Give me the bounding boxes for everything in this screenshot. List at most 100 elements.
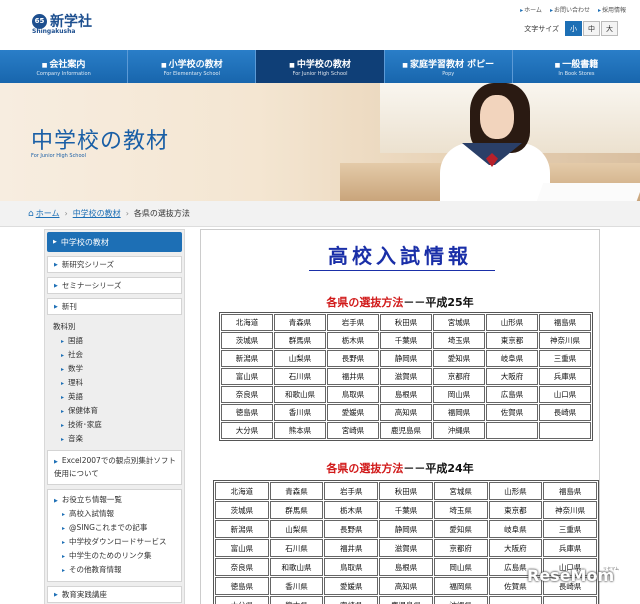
prefecture-cell[interactable]: 福岡県 (433, 577, 488, 595)
nav-elementary[interactable]: 小学校の教材 For Elementary School (128, 50, 257, 83)
prefecture-cell[interactable]: 新潟県 (215, 520, 269, 538)
prefecture-cell[interactable]: 山形県 (486, 314, 538, 331)
prefecture-cell[interactable]: 滋賀県 (380, 368, 432, 385)
breadcrumb-home[interactable]: ホーム (36, 208, 60, 219)
prefecture-cell[interactable]: 秋田県 (380, 314, 432, 331)
prefecture-cell[interactable]: 大阪府 (488, 539, 543, 557)
sidebar-head[interactable]: 中学校の教材 (47, 232, 182, 252)
prefecture-cell[interactable]: 沖縄県 (433, 422, 485, 439)
sidebar-item-kyoiku[interactable]: 教育実践講座 (47, 586, 182, 603)
nav-company[interactable]: 会社案内 Company Information (0, 50, 129, 83)
prefecture-cell[interactable]: 三重県 (543, 520, 597, 538)
prefecture-cell[interactable]: 愛知県 (433, 350, 485, 367)
prefecture-cell[interactable]: 茨城県 (215, 501, 269, 519)
prefecture-cell[interactable]: 長野県 (327, 350, 379, 367)
nav-junior-high[interactable]: 中学校の教材 For Junior High School (256, 50, 385, 83)
prefecture-cell[interactable]: 宮城県 (433, 482, 488, 500)
prefecture-cell[interactable]: 青森県 (269, 482, 324, 500)
prefecture-cell[interactable]: 石川県 (269, 539, 324, 557)
toplink-home[interactable]: ホーム (520, 5, 542, 14)
prefecture-cell[interactable]: 高知県 (379, 577, 433, 595)
sidebar-info-item[interactable]: 中学生のためのリンク集 (54, 549, 177, 563)
prefecture-cell[interactable]: 青森県 (274, 314, 326, 331)
prefecture-cell[interactable]: 大分県 (215, 596, 269, 604)
prefecture-cell[interactable]: 福岡県 (433, 404, 485, 421)
sidebar-subject-japanese[interactable]: 国語 (47, 334, 182, 348)
prefecture-cell[interactable]: 埼玉県 (433, 332, 485, 349)
prefecture-cell[interactable]: 島根県 (379, 558, 433, 576)
prefecture-cell[interactable]: 千葉県 (380, 332, 432, 349)
prefecture-cell[interactable]: 静岡県 (380, 350, 432, 367)
prefecture-cell[interactable]: 福島県 (543, 482, 597, 500)
prefecture-cell[interactable]: 京都府 (433, 368, 485, 385)
prefecture-cell[interactable]: 神奈川県 (539, 332, 591, 349)
prefecture-cell[interactable]: 千葉県 (379, 501, 433, 519)
prefecture-cell[interactable]: 岩手県 (324, 482, 379, 500)
sidebar-excel-link[interactable]: Excel2007での観点別集計ソフト使用について (47, 450, 182, 485)
prefecture-cell[interactable]: 山梨県 (274, 350, 326, 367)
prefecture-cell[interactable]: 広島県 (486, 386, 538, 403)
sidebar-info-item[interactable]: 高校入試情報 (54, 507, 177, 521)
prefecture-cell[interactable]: 神奈川県 (543, 501, 597, 519)
prefecture-cell[interactable]: 愛媛県 (327, 404, 379, 421)
sidebar-item-new[interactable]: 新刊 (47, 298, 182, 315)
prefecture-cell[interactable]: 鹿児島県 (379, 596, 433, 604)
prefecture-cell[interactable]: 愛知県 (433, 520, 488, 538)
sidebar-subject-music[interactable]: 音楽 (47, 432, 182, 446)
prefecture-cell[interactable]: 岐阜県 (488, 520, 543, 538)
prefecture-cell[interactable]: 新潟県 (221, 350, 273, 367)
prefecture-cell[interactable]: 宮崎県 (324, 596, 379, 604)
sidebar-subject-science[interactable]: 理科 (47, 376, 182, 390)
prefecture-cell[interactable]: 福島県 (539, 314, 591, 331)
prefecture-cell[interactable]: 山梨県 (269, 520, 324, 538)
sidebar-item-seminar[interactable]: セミナーシリーズ (47, 277, 182, 294)
prefecture-cell[interactable]: 三重県 (539, 350, 591, 367)
prefecture-cell[interactable]: 栃木県 (324, 501, 379, 519)
sidebar-info-head[interactable]: お役立ち情報一覧 (54, 494, 177, 507)
toplink-contact[interactable]: お問い合わせ (550, 5, 590, 14)
sidebar-subject-social[interactable]: 社会 (47, 348, 182, 362)
prefecture-cell[interactable]: 秋田県 (379, 482, 433, 500)
prefecture-cell[interactable]: 鹿児島県 (380, 422, 432, 439)
prefecture-cell[interactable]: 滋賀県 (379, 539, 433, 557)
prefecture-cell[interactable]: 宮城県 (433, 314, 485, 331)
prefecture-cell[interactable]: 富山県 (221, 368, 273, 385)
prefecture-cell[interactable]: 鳥取県 (327, 386, 379, 403)
font-size-medium-button[interactable]: 中 (583, 21, 600, 36)
sidebar-info-item[interactable]: @SINGこれまでの記事 (54, 521, 177, 535)
prefecture-cell[interactable]: 福井県 (327, 368, 379, 385)
sidebar-subject-pe[interactable]: 保健体育 (47, 404, 182, 418)
prefecture-cell[interactable]: 静岡県 (379, 520, 433, 538)
prefecture-cell[interactable]: 香川県 (274, 404, 326, 421)
prefecture-cell[interactable]: 沖縄県 (433, 596, 488, 604)
breadcrumb-parent[interactable]: 中学校の教材 (73, 208, 121, 219)
prefecture-cell[interactable]: 香川県 (269, 577, 324, 595)
prefecture-cell[interactable]: 鳥取県 (324, 558, 379, 576)
prefecture-cell[interactable]: 長崎県 (539, 404, 591, 421)
prefecture-cell[interactable]: 奈良県 (221, 386, 273, 403)
prefecture-cell[interactable]: 島根県 (380, 386, 432, 403)
prefecture-cell[interactable]: 長野県 (324, 520, 379, 538)
prefecture-cell[interactable]: 兵庫県 (539, 368, 591, 385)
prefecture-cell[interactable]: 東京都 (488, 501, 543, 519)
prefecture-cell[interactable]: 愛媛県 (324, 577, 379, 595)
prefecture-cell[interactable]: 岐阜県 (486, 350, 538, 367)
prefecture-cell[interactable]: 徳島県 (221, 404, 273, 421)
prefecture-cell[interactable]: 和歌山県 (269, 558, 324, 576)
prefecture-cell[interactable]: 群馬県 (274, 332, 326, 349)
prefecture-cell[interactable]: 富山県 (215, 539, 269, 557)
prefecture-cell[interactable]: 佐賀県 (486, 404, 538, 421)
prefecture-cell[interactable]: 徳島県 (215, 577, 269, 595)
sidebar-subject-english[interactable]: 英語 (47, 390, 182, 404)
sidebar-item-shinkenkyu[interactable]: 新研究シリーズ (47, 256, 182, 273)
prefecture-cell[interactable]: 北海道 (221, 314, 273, 331)
sidebar-subject-tech[interactable]: 技術･家庭 (47, 418, 182, 432)
sidebar-info-item[interactable]: その他教育情報 (54, 563, 177, 577)
prefecture-cell[interactable]: 山口県 (539, 386, 591, 403)
font-size-large-button[interactable]: 大 (601, 21, 618, 36)
prefecture-cell[interactable]: 大阪府 (486, 368, 538, 385)
prefecture-cell[interactable]: 北海道 (215, 482, 269, 500)
prefecture-cell[interactable]: 石川県 (274, 368, 326, 385)
prefecture-cell[interactable]: 京都府 (433, 539, 488, 557)
prefecture-cell[interactable]: 岡山県 (433, 386, 485, 403)
